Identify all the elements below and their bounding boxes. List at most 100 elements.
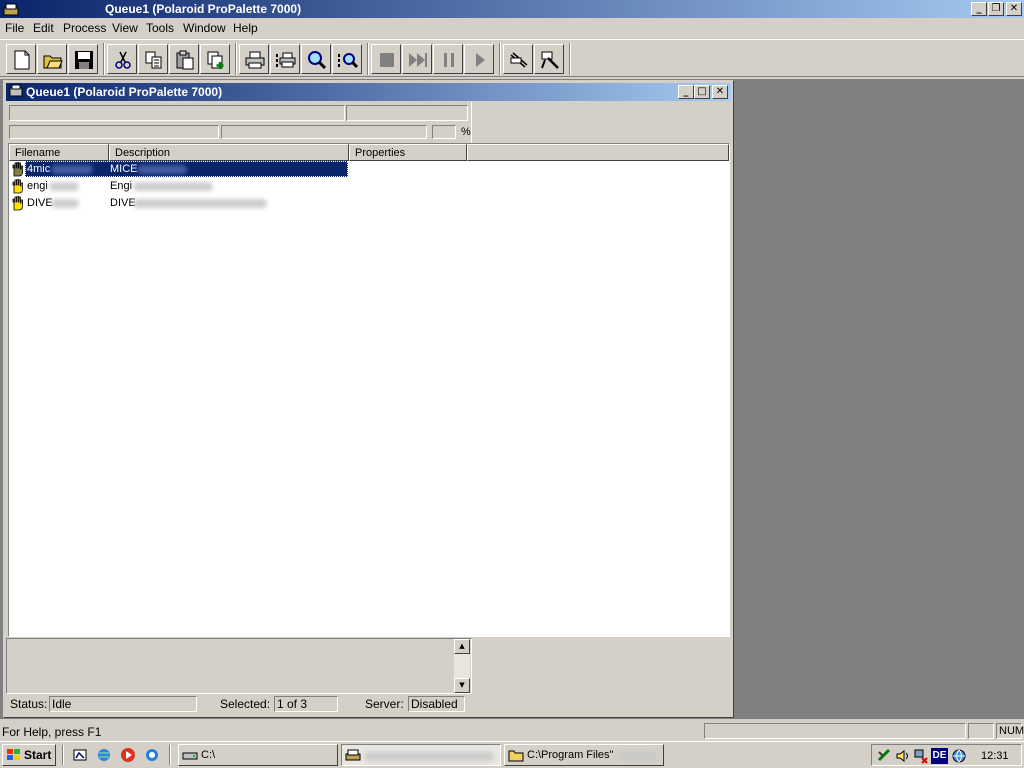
row-description: Engi: [110, 180, 133, 192]
server-value: Disabled: [408, 696, 465, 712]
status-pane: [704, 723, 966, 739]
paste-icon: [176, 50, 194, 70]
settings-button[interactable]: [503, 44, 533, 74]
save-button[interactable]: [68, 44, 98, 74]
queue-list[interactable]: Filename Description Properties 4mic MIC…: [8, 143, 730, 637]
redacted-text: [137, 165, 187, 174]
child-minimize-button[interactable]: _: [678, 85, 694, 99]
folder-icon: [508, 750, 524, 762]
print-setup-button[interactable]: [270, 44, 300, 74]
redacted-text: [133, 182, 213, 191]
toolbar-separator: [499, 43, 501, 75]
log-scrollbar[interactable]: ▲ ▼: [454, 639, 470, 693]
tools-button[interactable]: [534, 44, 564, 74]
progress-label-field: [9, 125, 219, 139]
show-desktop-icon[interactable]: [72, 747, 88, 763]
browser-icon[interactable]: [144, 747, 160, 763]
column-header-filename[interactable]: Filename: [9, 144, 109, 161]
progress-bar: [221, 125, 427, 139]
stop-icon: [380, 53, 394, 67]
row-description: DIVE: [110, 197, 136, 209]
menu-file[interactable]: File: [5, 21, 24, 35]
queue-window-icon[interactable]: [9, 84, 23, 98]
child-maximize-button[interactable]: □: [694, 85, 710, 99]
hold-hand-icon: [12, 162, 23, 177]
print-button[interactable]: [239, 44, 269, 74]
help-hint: For Help, press F1: [2, 725, 102, 739]
language-indicator[interactable]: DE: [931, 748, 948, 764]
clock[interactable]: 12:31: [981, 750, 1009, 762]
media-player-icon[interactable]: [120, 747, 136, 763]
zoom-button[interactable]: [301, 44, 331, 74]
log-area[interactable]: [6, 638, 472, 694]
zoom-preview-button[interactable]: [332, 44, 362, 74]
app-icon[interactable]: [3, 1, 19, 17]
server-label: Server:: [365, 697, 404, 711]
play-button[interactable]: [464, 44, 494, 74]
status-label: Status:: [10, 697, 48, 711]
app-title-bar: Queue1 (Polaroid ProPalette 7000) _ ❐ ✕: [0, 0, 1024, 18]
globe-icon[interactable]: [951, 748, 967, 764]
table-row[interactable]: 4mic MICE: [9, 161, 349, 178]
start-label: Start: [24, 748, 52, 762]
toolbar-separator: [103, 43, 105, 75]
redacted-text: [49, 182, 79, 191]
open-folder-icon: [43, 55, 63, 69]
network-disconnected-icon[interactable]: [913, 748, 929, 764]
scroll-up-button[interactable]: ▲: [454, 639, 470, 654]
task-label: C:\: [201, 749, 216, 761]
fast-forward-button[interactable]: [402, 44, 432, 74]
menu-process[interactable]: Process: [63, 21, 106, 35]
paste-new-icon: [207, 51, 224, 69]
restore-button[interactable]: ❐: [988, 2, 1004, 16]
queue-window-title-bar: Queue1 (Polaroid ProPalette 7000) _ □ ✕: [6, 83, 731, 101]
play-icon: [476, 53, 485, 67]
new-file-button[interactable]: [6, 44, 36, 74]
menu-view[interactable]: View: [112, 21, 138, 35]
network-icon[interactable]: [96, 747, 112, 763]
column-header-description[interactable]: Description: [109, 144, 349, 161]
taskbar-separator: [169, 745, 171, 765]
row-filename: DIVE: [27, 197, 53, 209]
taskbar-separator: [62, 745, 64, 765]
cut-button[interactable]: [107, 44, 137, 74]
minimize-button[interactable]: _: [971, 2, 987, 16]
table-row[interactable]: engi Engi: [9, 178, 349, 195]
close-button[interactable]: ✕: [1006, 2, 1022, 16]
menu-help[interactable]: Help: [233, 21, 258, 35]
selected-value: 1 of 3: [274, 696, 338, 712]
print-small-icon: [276, 52, 296, 68]
pause-button[interactable]: [433, 44, 463, 74]
column-header-properties[interactable]: Properties: [349, 144, 467, 161]
hold-hand-icon: [12, 179, 23, 194]
child-close-button[interactable]: ✕: [712, 85, 728, 99]
redacted-text: [133, 199, 267, 208]
copy-button[interactable]: [138, 44, 168, 74]
copy-icon: [145, 51, 162, 69]
app-icon: [345, 749, 361, 761]
redacted-text: [51, 199, 79, 208]
taskbar: Start C:\ C:\Program Files" DE 12:31: [0, 741, 1024, 768]
task-drive-c[interactable]: C:\: [178, 744, 338, 766]
task-label: C:\Program Files": [527, 749, 614, 761]
volume-icon[interactable]: [895, 748, 911, 764]
pause-icon: [444, 53, 454, 67]
scroll-down-button[interactable]: ▼: [454, 678, 470, 693]
open-button[interactable]: [37, 44, 67, 74]
menu-tools[interactable]: Tools: [146, 21, 174, 35]
menu-window[interactable]: Window: [183, 21, 226, 35]
task-program-files[interactable]: C:\Program Files": [504, 744, 664, 766]
percent-label: %: [461, 126, 471, 138]
paste-new-button[interactable]: [200, 44, 230, 74]
task-queue-app[interactable]: [341, 744, 501, 766]
main-status-bar: For Help, press F1 NUM: [0, 721, 1024, 741]
toolbar-separator: [235, 43, 237, 75]
redacted-text: [51, 165, 93, 174]
table-row[interactable]: DIVE DIVE: [9, 195, 349, 212]
start-button[interactable]: Start: [2, 744, 56, 766]
paste-button[interactable]: [169, 44, 199, 74]
safely-remove-icon[interactable]: [877, 748, 893, 764]
cut-icon: [115, 51, 131, 69]
menu-edit[interactable]: Edit: [33, 21, 54, 35]
stop-button[interactable]: [371, 44, 401, 74]
